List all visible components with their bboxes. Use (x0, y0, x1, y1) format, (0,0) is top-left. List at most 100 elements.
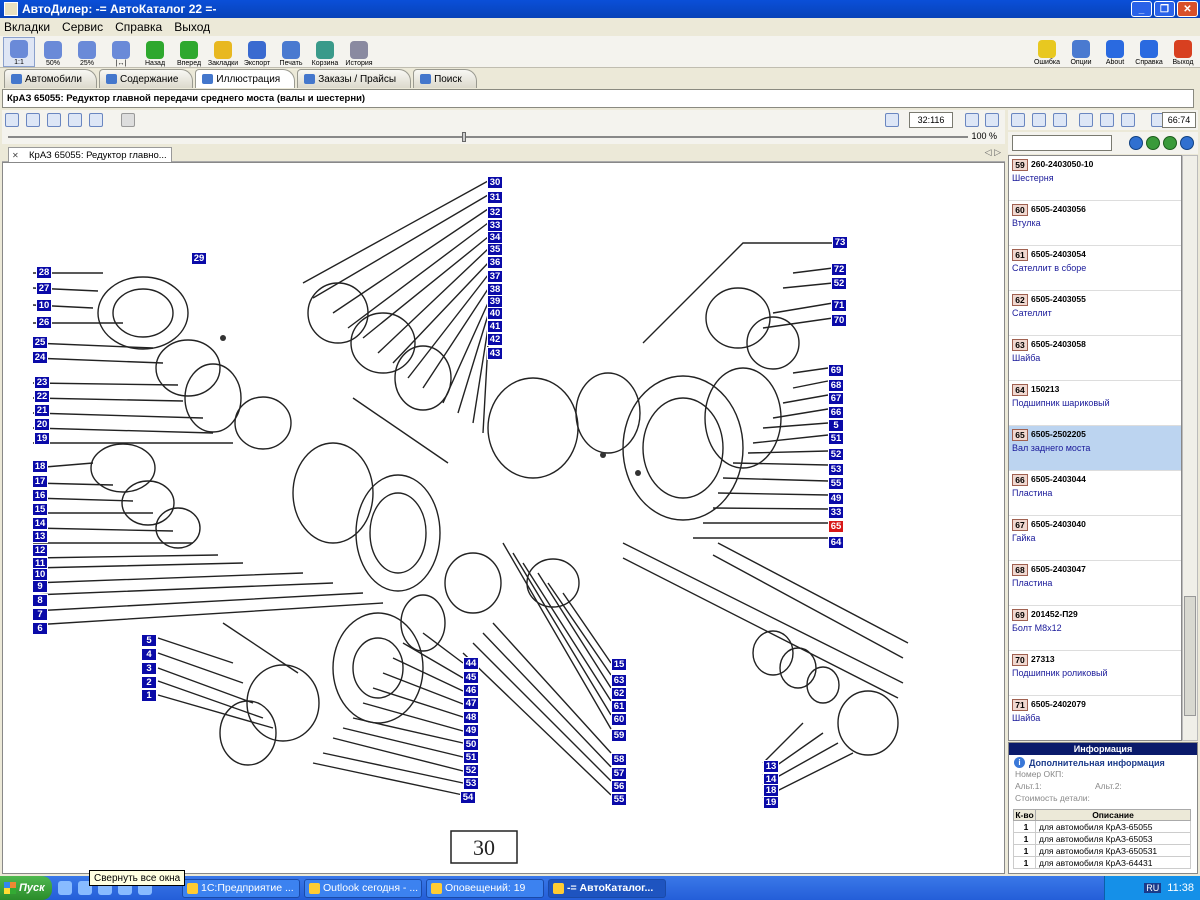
part-callout[interactable]: 51 (828, 432, 844, 445)
tab-illustration[interactable]: Иллюстрация (195, 69, 296, 88)
part-callout[interactable]: 46 (463, 684, 479, 697)
menu-item-service[interactable]: Сервис (62, 20, 103, 34)
menu-item-help[interactable]: Справка (115, 20, 162, 34)
part-callout[interactable]: 59 (611, 729, 627, 742)
part-callout[interactable]: 24 (32, 351, 48, 364)
paste-icon[interactable] (1032, 113, 1046, 127)
part-callout[interactable]: 27 (36, 282, 52, 295)
part-callout[interactable]: 21 (34, 404, 50, 417)
part-callout[interactable]: 51 (463, 751, 479, 764)
part-callout[interactable]: 8 (32, 594, 48, 607)
part-callout[interactable]: 15 (611, 658, 627, 671)
part-callout[interactable]: 31 (487, 191, 503, 204)
toolbar-button-info[interactable]: About (1099, 36, 1131, 66)
document-tab[interactable]: КрАЗ 65055: Редуктор главно... (8, 147, 172, 162)
language-indicator[interactable]: RU (1144, 883, 1162, 893)
part-callout[interactable]: 18 (32, 460, 48, 473)
taskbar-button[interactable]: -= АвтоКаталог... (548, 878, 666, 898)
part-callout[interactable]: 52 (828, 448, 844, 461)
list-item[interactable]: 59 260-2403050-10 Шестерня (1009, 156, 1181, 201)
toolbar-button-back-arrow[interactable]: Назад (139, 37, 171, 67)
part-callout[interactable]: 56 (611, 780, 627, 793)
toolbar-button-options[interactable]: Опции (1065, 36, 1097, 66)
part-callout[interactable]: 43 (487, 347, 503, 360)
part-callout[interactable]: 63 (611, 674, 627, 687)
taskbar-button[interactable]: Оповещений: 19 (426, 878, 544, 898)
part-callout[interactable]: 19 (763, 796, 779, 809)
part-callout[interactable]: 10 (36, 299, 52, 312)
part-callout[interactable]: 44 (463, 657, 479, 670)
part-callout[interactable]: 22 (34, 390, 50, 403)
scrollbar-thumb[interactable] (1184, 596, 1196, 716)
tab-contents[interactable]: Содержание (98, 69, 194, 88)
toolbar-button-forward-arrow[interactable]: Вперед (173, 37, 205, 67)
part-callout[interactable]: 14 (32, 517, 48, 530)
part-callout[interactable]: 25 (32, 336, 48, 349)
part-callout[interactable]: 32 (487, 206, 503, 219)
close-button[interactable]: ✕ (1177, 1, 1198, 17)
part-callout[interactable]: 9 (32, 580, 48, 593)
part-callout[interactable]: 49 (828, 492, 844, 505)
parts-search-input[interactable] (1012, 135, 1112, 151)
menu-item-tabs[interactable]: Вкладки (4, 20, 50, 34)
edit-icon[interactable] (1121, 113, 1135, 127)
part-callout[interactable]: 12 (32, 544, 48, 557)
clear-icon[interactable] (1100, 113, 1114, 127)
bookmark-icon[interactable] (68, 113, 82, 127)
part-callout[interactable]: 13 (763, 760, 779, 773)
part-callout[interactable]: 5 (141, 634, 157, 647)
nav-last-icon[interactable] (1180, 136, 1194, 150)
part-callout[interactable]: 70 (831, 314, 847, 327)
refresh-icon[interactable] (1079, 113, 1093, 127)
toolbar-button-zoom-25[interactable]: 25% (71, 37, 103, 67)
part-callout[interactable]: 49 (463, 724, 479, 737)
part-callout[interactable]: 19 (34, 432, 50, 445)
tab-scroll-arrows[interactable]: ◁ ▷ (985, 147, 1001, 158)
part-callout[interactable]: 52 (463, 764, 479, 777)
toolbar-button-help[interactable]: Справка (1133, 36, 1165, 66)
toolbar-button-bookmark-star[interactable]: Закладки (207, 37, 239, 67)
parts-list-scrollbar[interactable] (1182, 155, 1198, 741)
refresh-icon[interactable] (5, 113, 19, 127)
part-callout[interactable]: 62 (611, 687, 627, 700)
maximize-button[interactable]: ❐ (1154, 1, 1175, 17)
part-callout[interactable]: 50 (463, 738, 479, 751)
copy-icon[interactable] (1011, 113, 1025, 127)
part-callout[interactable]: 47 (463, 697, 479, 710)
window-title-bar[interactable]: АвтоДилер: -= АвтоКаталог 22 =- _ ❐ ✕ (0, 0, 1200, 18)
part-callout[interactable]: 67 (828, 392, 844, 405)
part-callout[interactable]: 73 (832, 236, 848, 249)
part-callout[interactable]: 4 (141, 648, 157, 661)
part-callout[interactable]: 53 (828, 463, 844, 476)
part-callout[interactable]: 68 (828, 379, 844, 392)
zoom-slider-thumb[interactable] (462, 132, 466, 142)
part-callout[interactable]: 53 (463, 777, 479, 790)
part-callout[interactable]: 65 (828, 520, 844, 533)
part-callout[interactable]: 1 (141, 689, 157, 702)
part-callout[interactable]: 55 (611, 793, 627, 806)
illustration-canvas[interactable]: 30 30 31 32 33 34 35 36 37 38 39 40 41 42 43 29 28 27 10 2… (2, 162, 1005, 874)
part-callout[interactable]: 48 (463, 711, 479, 724)
tab-search[interactable]: Поиск (413, 69, 477, 88)
part-callout[interactable]: 57 (611, 767, 627, 780)
part-callout[interactable]: 36 (487, 256, 503, 269)
part-callout[interactable]: 15 (32, 503, 48, 516)
part-callout[interactable]: 2 (141, 676, 157, 689)
toolbar-button-printer[interactable]: Печать (275, 37, 307, 67)
part-callout[interactable]: 30 (487, 176, 503, 189)
table-row[interactable]: 1 для автомобиля КрАЗ-65055 (1013, 820, 1191, 833)
taskbar-button[interactable]: Outlook сегодня - ... (304, 878, 422, 898)
part-callout[interactable]: 5 (828, 419, 844, 432)
list-item[interactable]: 68 6505-2403047 Пластина (1009, 561, 1181, 606)
nav-prev-icon[interactable] (1146, 136, 1160, 150)
toolbar-button-zoom-fit[interactable]: |↔| (105, 37, 137, 67)
nav-next-icon[interactable] (1163, 136, 1177, 150)
part-callout[interactable]: 3 (141, 662, 157, 675)
tab-orders[interactable]: Заказы / Прайсы (297, 69, 412, 88)
list-item[interactable]: 69 201452-П29 Болт М8х12 (1009, 606, 1181, 651)
part-callout[interactable]: 42 (487, 333, 503, 346)
part-callout[interactable]: 55 (828, 477, 844, 490)
part-callout[interactable]: 64 (828, 536, 844, 549)
list-item[interactable]: 65 6505-2502205 Вал заднего моста (1009, 426, 1181, 471)
list-view-icon[interactable] (965, 113, 979, 127)
